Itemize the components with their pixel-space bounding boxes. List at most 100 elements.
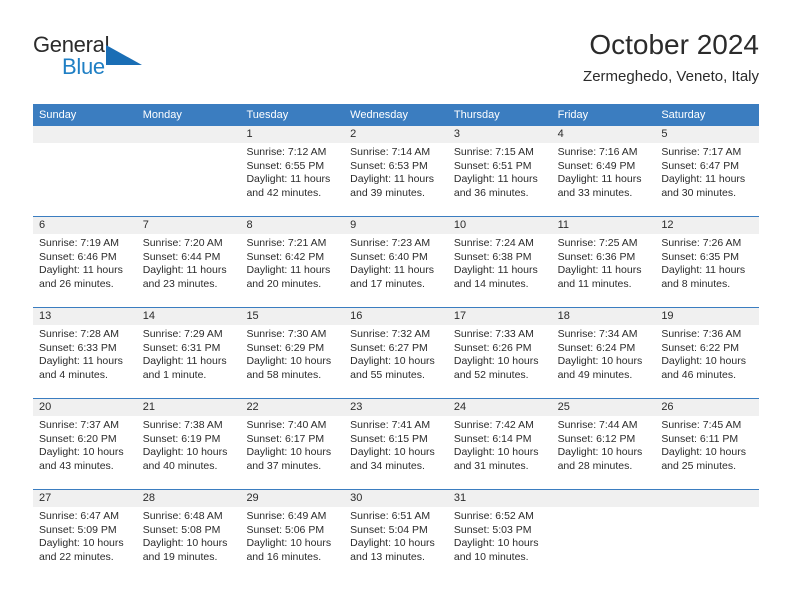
logo-text-blue: Blue xyxy=(62,54,105,79)
day-number: 9 xyxy=(350,219,357,231)
sunrise-text: Sunrise: 7:20 AM xyxy=(142,237,223,249)
day-cell[interactable]: 19 Sunrise: 7:36 AM Sunset: 6:22 PM Dayligh… xyxy=(655,308,760,398)
day-number: 6 xyxy=(39,219,46,231)
sunset-text: Sunset: 6:36 PM xyxy=(557,250,636,263)
day-details: Sunrise: 6:48 AM Sunset: 5:08 PM Daylight:… xyxy=(137,507,241,564)
day-cell[interactable]: 6 Sunrise: 7:19 AM Sunset: 6:46 PM Daylight… xyxy=(33,217,137,307)
day-details: Sunrise: 7:37 AM Sunset: 6:20 PM Daylight:… xyxy=(33,416,137,473)
daylight-text: Daylight: 11 hours and 39 minutes. xyxy=(350,173,435,199)
sunrise-text: Sunrise: 7:32 AM xyxy=(350,328,431,340)
weekday-saturday: Saturday xyxy=(661,109,706,121)
daylight-text: Daylight: 10 hours and 13 minutes. xyxy=(350,537,435,563)
sunset-text: Sunset: 5:09 PM xyxy=(39,523,117,536)
sunset-text: Sunset: 6:31 PM xyxy=(142,341,221,354)
day-cell-empty xyxy=(551,490,656,580)
sunset-text: Sunset: 5:08 PM xyxy=(142,523,221,536)
day-cell-empty xyxy=(655,490,760,580)
sunrise-text: Sunrise: 7:37 AM xyxy=(39,419,119,431)
day-cell[interactable]: 30 Sunrise: 6:51 AM Sunset: 5:04 PM Dayligh… xyxy=(344,490,448,580)
day-details: Sunrise: 7:41 AM Sunset: 6:15 PM Daylight:… xyxy=(344,416,448,473)
sunset-text: Sunset: 6:20 PM xyxy=(39,432,117,445)
sunrise-text: Sunrise: 7:17 AM xyxy=(661,146,742,158)
general-blue-logo[interactable]: General Blue xyxy=(33,32,153,88)
day-cell[interactable]: 14 Sunrise: 7:29 AM Sunset: 6:31 PM Dayligh… xyxy=(136,308,241,398)
page-subtitle: Zermeghedo, Veneto, Italy xyxy=(583,68,759,85)
day-details: Sunrise: 6:47 AM Sunset: 5:09 PM Daylight:… xyxy=(33,507,137,564)
day-cell[interactable]: 25 Sunrise: 7:44 AM Sunset: 6:12 PM Dayligh… xyxy=(551,399,656,489)
day-cell[interactable]: 20 Sunrise: 7:37 AM Sunset: 6:20 PM Dayligh… xyxy=(33,399,137,489)
day-number: 14 xyxy=(142,310,155,322)
day-cell[interactable]: 3 Sunrise: 7:15 AM Sunset: 6:51 PM Daylight… xyxy=(447,126,552,216)
day-cell[interactable]: 1 Sunrise: 7:12 AM Sunset: 6:55 PM Daylight… xyxy=(240,126,345,216)
daylight-text: Daylight: 11 hours and 11 minutes. xyxy=(557,264,642,290)
day-number-band: 21 xyxy=(136,399,241,416)
day-number-band: 4 xyxy=(551,126,656,143)
sunset-text: Sunset: 6:24 PM xyxy=(557,341,636,354)
day-cell[interactable]: 27 Sunrise: 6:47 AM Sunset: 5:09 PM Dayligh… xyxy=(33,490,137,580)
day-cell[interactable]: 12 Sunrise: 7:26 AM Sunset: 6:35 PM Dayligh… xyxy=(655,217,760,307)
day-cell[interactable]: 15 Sunrise: 7:30 AM Sunset: 6:29 PM Dayligh… xyxy=(240,308,345,398)
day-cell[interactable]: 2 Sunrise: 7:14 AM Sunset: 6:53 PM Daylight… xyxy=(344,126,448,216)
triangle-icon xyxy=(106,45,142,65)
sunset-text: Sunset: 6:29 PM xyxy=(246,341,325,354)
day-details: Sunrise: 6:49 AM Sunset: 5:06 PM Daylight:… xyxy=(240,507,344,564)
day-cell[interactable]: 10 Sunrise: 7:24 AM Sunset: 6:38 PM Dayligh… xyxy=(447,217,552,307)
day-details: Sunrise: 6:52 AM Sunset: 5:03 PM Daylight:… xyxy=(448,507,552,564)
sunset-text: Sunset: 6:26 PM xyxy=(453,341,532,354)
day-details: Sunrise: 7:30 AM Sunset: 6:29 PM Daylight:… xyxy=(240,325,344,382)
day-details: Sunrise: 7:42 AM Sunset: 6:14 PM Daylight:… xyxy=(448,416,552,473)
calendar-week-row: 27 Sunrise: 6:47 AM Sunset: 5:09 PM Dayligh… xyxy=(33,489,760,580)
day-cell[interactable]: 5 Sunrise: 7:17 AM Sunset: 6:47 PM Daylight… xyxy=(655,126,760,216)
day-cell[interactable]: 24 Sunrise: 7:42 AM Sunset: 6:14 PM Dayligh… xyxy=(447,399,552,489)
day-cell[interactable]: 21 Sunrise: 7:38 AM Sunset: 6:19 PM Dayligh… xyxy=(136,399,241,489)
day-number: 8 xyxy=(246,219,253,231)
day-number-band xyxy=(551,490,656,507)
day-cell[interactable]: 18 Sunrise: 7:34 AM Sunset: 6:24 PM Dayligh… xyxy=(551,308,656,398)
sunset-text: Sunset: 5:04 PM xyxy=(350,523,428,536)
day-cell[interactable]: 16 Sunrise: 7:32 AM Sunset: 6:27 PM Dayligh… xyxy=(344,308,448,398)
day-cell[interactable]: 23 Sunrise: 7:41 AM Sunset: 6:15 PM Dayligh… xyxy=(344,399,448,489)
sunrise-text: Sunrise: 7:25 AM xyxy=(557,237,638,249)
day-cell[interactable]: 4 Sunrise: 7:16 AM Sunset: 6:49 PM Daylight… xyxy=(551,126,656,216)
daylight-text: Daylight: 10 hours and 16 minutes. xyxy=(246,537,332,563)
day-details: Sunrise: 7:17 AM Sunset: 6:47 PM Daylight:… xyxy=(655,143,759,200)
day-details: Sunrise: 7:33 AM Sunset: 6:26 PM Daylight:… xyxy=(448,325,552,382)
day-cell[interactable]: 26 Sunrise: 7:45 AM Sunset: 6:11 PM Dayligh… xyxy=(655,399,760,489)
sunset-text: Sunset: 6:14 PM xyxy=(453,432,532,445)
day-number: 7 xyxy=(142,219,149,231)
day-cell[interactable]: 11 Sunrise: 7:25 AM Sunset: 6:36 PM Dayligh… xyxy=(551,217,656,307)
day-number: 2 xyxy=(350,128,357,140)
day-number-band: 9 xyxy=(344,217,448,234)
sunset-text: Sunset: 6:47 PM xyxy=(661,159,739,172)
sunset-text: Sunset: 6:17 PM xyxy=(246,432,325,445)
day-details: Sunrise: 7:32 AM Sunset: 6:27 PM Daylight:… xyxy=(344,325,448,382)
daylight-text: Daylight: 11 hours and 42 minutes. xyxy=(246,173,331,199)
day-cell[interactable]: 22 Sunrise: 7:40 AM Sunset: 6:17 PM Dayligh… xyxy=(240,399,345,489)
sunset-text: Sunset: 5:03 PM xyxy=(453,523,532,536)
sunset-text: Sunset: 6:27 PM xyxy=(350,341,428,354)
day-cell[interactable]: 8 Sunrise: 7:21 AM Sunset: 6:42 PM Daylight… xyxy=(240,217,345,307)
day-number-band xyxy=(655,490,760,507)
sunrise-text: Sunrise: 7:34 AM xyxy=(557,328,638,340)
day-details: Sunrise: 7:12 AM Sunset: 6:55 PM Daylight:… xyxy=(240,143,344,200)
day-cell-empty xyxy=(33,126,137,216)
day-number-band: 18 xyxy=(551,308,656,325)
day-cell[interactable]: 9 Sunrise: 7:23 AM Sunset: 6:40 PM Daylight… xyxy=(344,217,448,307)
day-number-band: 23 xyxy=(344,399,448,416)
sunrise-text: Sunrise: 7:30 AM xyxy=(246,328,327,340)
day-number-band: 6 xyxy=(33,217,137,234)
sunrise-text: Sunrise: 6:52 AM xyxy=(453,510,534,522)
sunrise-text: Sunrise: 7:15 AM xyxy=(453,146,534,158)
day-cell[interactable]: 13 Sunrise: 7:28 AM Sunset: 6:33 PM Dayligh… xyxy=(33,308,137,398)
sunrise-text: Sunrise: 6:47 AM xyxy=(39,510,119,522)
day-number: 27 xyxy=(39,492,52,504)
day-cell[interactable]: 17 Sunrise: 7:33 AM Sunset: 6:26 PM Dayligh… xyxy=(447,308,552,398)
sunset-text: Sunset: 6:51 PM xyxy=(453,159,532,172)
day-cell[interactable]: 31 Sunrise: 6:52 AM Sunset: 5:03 PM Dayligh… xyxy=(447,490,552,580)
day-cell[interactable]: 28 Sunrise: 6:48 AM Sunset: 5:08 PM Dayligh… xyxy=(136,490,241,580)
day-cell[interactable]: 29 Sunrise: 6:49 AM Sunset: 5:06 PM Dayligh… xyxy=(240,490,345,580)
sunset-text: Sunset: 6:55 PM xyxy=(246,159,325,172)
day-cell[interactable]: 7 Sunrise: 7:20 AM Sunset: 6:44 PM Daylight… xyxy=(136,217,241,307)
day-number-band: 1 xyxy=(240,126,345,143)
page-title: October 2024 xyxy=(589,29,759,60)
